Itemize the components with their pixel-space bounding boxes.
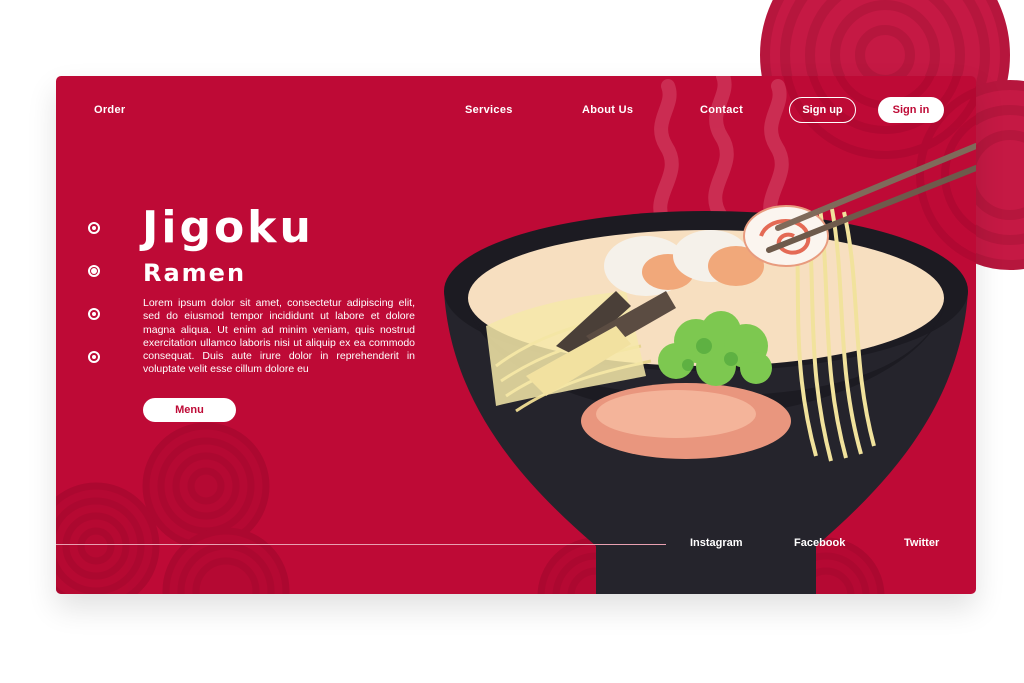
- slider-dot-icon[interactable]: [88, 265, 100, 277]
- nav-about-link[interactable]: About Us: [582, 104, 633, 116]
- slider-dot-icon[interactable]: [88, 222, 100, 234]
- hero-description: Lorem ipsum dolor sit amet, consectetur …: [143, 297, 415, 376]
- steam-icon: [653, 76, 789, 233]
- slider-dot-icon[interactable]: [88, 308, 100, 320]
- menu-button[interactable]: Menu: [143, 398, 236, 422]
- ramen-bowl-illustration: [444, 205, 968, 594]
- nav-services-link[interactable]: Services: [465, 104, 513, 116]
- slider-dot-icon[interactable]: [88, 351, 100, 363]
- nav-contact-link[interactable]: Contact: [700, 104, 743, 116]
- hero-title: Jigoku: [142, 202, 314, 253]
- footer-divider: [56, 544, 666, 545]
- twitter-link[interactable]: Twitter: [904, 537, 939, 549]
- instagram-link[interactable]: Instagram: [690, 537, 743, 549]
- nav-order-link[interactable]: Order: [94, 104, 125, 116]
- facebook-link[interactable]: Facebook: [794, 537, 845, 549]
- landing-card: Order Services About Us Contact Sign up …: [56, 76, 976, 594]
- signin-button[interactable]: Sign in: [878, 97, 944, 123]
- hero-subtitle: Ramen: [143, 259, 247, 287]
- signup-button[interactable]: Sign up: [789, 97, 856, 123]
